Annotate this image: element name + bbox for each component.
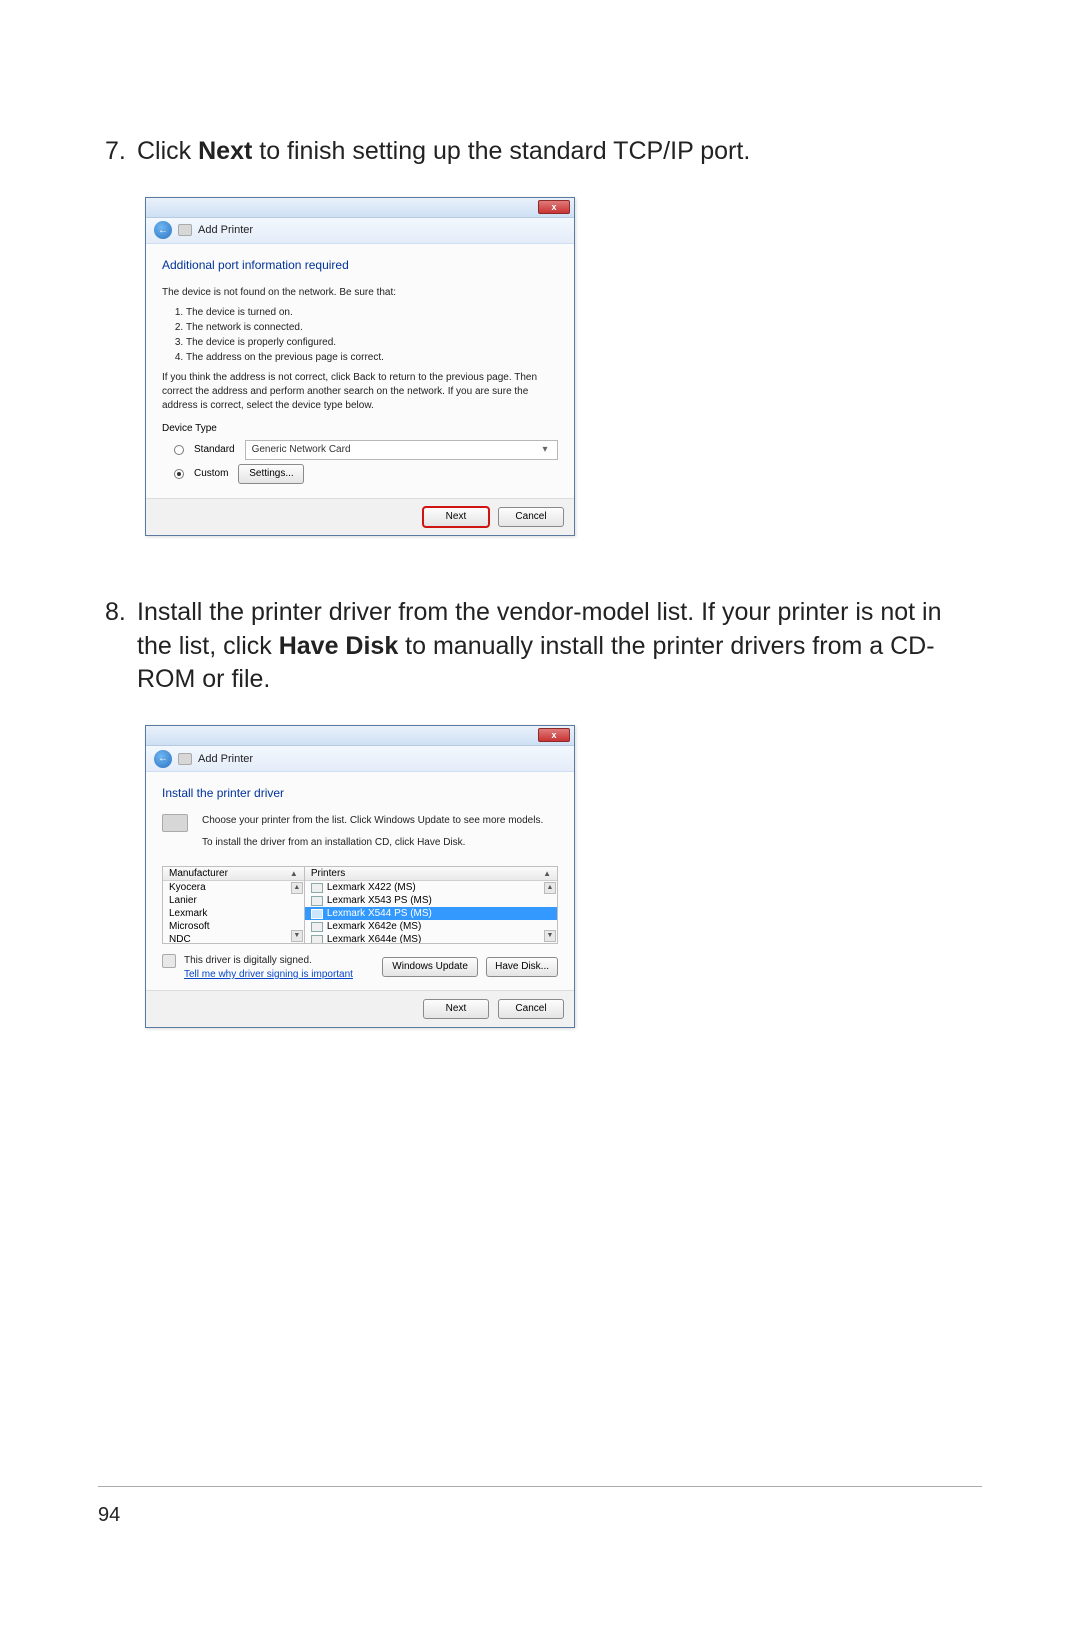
list-item: The device is properly configured.: [186, 336, 558, 350]
printer-icon: [178, 224, 192, 236]
printer-item-icon: [311, 883, 323, 893]
printers-header[interactable]: Printers ▲: [305, 867, 557, 881]
combo-value: Generic Network Card: [252, 444, 351, 455]
dialog-heading: Additional port information required: [162, 258, 558, 272]
back-arrow-icon[interactable]: ←: [154, 221, 172, 239]
list-item: The address on the previous page is corr…: [186, 351, 558, 365]
step-text: Install the printer driver from the vend…: [137, 596, 975, 697]
back-arrow-icon[interactable]: ←: [154, 750, 172, 768]
list-item: Microsoft: [163, 920, 304, 933]
list-item: Lexmark X543 PS (MS): [305, 894, 557, 907]
manufacturer-header[interactable]: Manufacturer ▲: [163, 867, 304, 881]
step-number: 7.: [105, 135, 137, 169]
device-type-label: Device Type: [162, 423, 558, 434]
printer-item-icon: [311, 935, 323, 944]
list-item-selected: Lexmark X544 PS (MS): [305, 907, 557, 920]
printer-item-icon: [311, 909, 323, 919]
list-item: NDC: [163, 933, 304, 943]
next-button[interactable]: Next: [423, 999, 489, 1019]
footer-divider: [98, 1486, 982, 1487]
standard-combo[interactable]: Generic Network Card ▾: [245, 440, 558, 460]
standard-label: Standard: [194, 444, 235, 455]
dialog-heading: Install the printer driver: [162, 786, 558, 800]
list-item: The device is turned on.: [186, 306, 558, 320]
add-printer-dialog-port: x ← Add Printer Additional port informat…: [145, 197, 575, 536]
step-number: 8.: [105, 596, 137, 697]
paragraph: If you think the address is not correct,…: [162, 371, 558, 413]
step-text: Click Next to finish setting up the stan…: [137, 135, 975, 169]
close-button[interactable]: x: [538, 200, 570, 214]
printer-item-icon: [311, 896, 323, 906]
have-disk-button[interactable]: Have Disk...: [486, 957, 558, 977]
driver-signing-link[interactable]: Tell me why driver signing is important: [184, 969, 353, 980]
custom-radio[interactable]: [174, 469, 184, 479]
titlebar: x: [146, 198, 574, 218]
shield-icon: [162, 954, 176, 968]
chevron-down-icon: ▾: [539, 444, 551, 455]
checklist: The device is turned on. The network is …: [162, 306, 558, 365]
dialog-header: ← Add Printer: [146, 218, 574, 244]
instruction-line-1: Choose your printer from the list. Click…: [202, 814, 558, 828]
standard-radio[interactable]: [174, 445, 184, 455]
list-item: Lexmark X642e (MS): [305, 920, 557, 933]
scroll-up-icon[interactable]: ▲: [544, 882, 556, 894]
list-item: The network is connected.: [186, 321, 558, 335]
titlebar: x: [146, 726, 574, 746]
sort-up-icon: ▲: [290, 869, 298, 878]
list-item: Lexmark X422 (MS): [305, 881, 557, 894]
printer-icon: [178, 753, 192, 765]
page-number: 94: [98, 1504, 120, 1527]
step-8: 8. Install the printer driver from the v…: [105, 596, 975, 697]
settings-button[interactable]: Settings...: [238, 464, 304, 484]
printer-item-icon: [311, 922, 323, 932]
manufacturer-list[interactable]: Kyocera Lanier Lexmark Microsoft NDC ▲ ▼: [163, 881, 304, 943]
scroll-down-icon[interactable]: ▼: [544, 930, 556, 942]
dialog-header: ← Add Printer: [146, 746, 574, 772]
list-item: Lexmark: [163, 907, 304, 920]
instruction-line-2: To install the driver from an installati…: [202, 836, 558, 850]
cancel-button[interactable]: Cancel: [498, 507, 564, 527]
add-printer-dialog-driver: x ← Add Printer Install the printer driv…: [145, 725, 575, 1028]
scroll-up-icon[interactable]: ▲: [291, 882, 303, 894]
signed-text: This driver is digitally signed.: [184, 954, 353, 968]
intro-text: The device is not found on the network. …: [162, 286, 558, 300]
printers-list[interactable]: Lexmark X422 (MS) Lexmark X543 PS (MS) L…: [305, 881, 557, 943]
custom-label: Custom: [194, 468, 228, 479]
next-button[interactable]: Next: [423, 507, 489, 527]
sort-up-icon: ▲: [543, 869, 551, 878]
driver-table: Manufacturer ▲ Kyocera Lanier Lexmark Mi…: [162, 866, 558, 944]
list-item: Kyocera: [163, 881, 304, 894]
scroll-down-icon[interactable]: ▼: [291, 930, 303, 942]
list-item: Lanier: [163, 894, 304, 907]
windows-update-button[interactable]: Windows Update: [382, 957, 478, 977]
step-7: 7. Click Next to finish setting up the s…: [105, 135, 975, 169]
close-button[interactable]: x: [538, 728, 570, 742]
list-item: Lexmark X644e (MS): [305, 933, 557, 943]
printer-large-icon: [162, 814, 188, 832]
dialog-title: Add Printer: [198, 753, 253, 765]
dialog-title: Add Printer: [198, 224, 253, 236]
cancel-button[interactable]: Cancel: [498, 999, 564, 1019]
